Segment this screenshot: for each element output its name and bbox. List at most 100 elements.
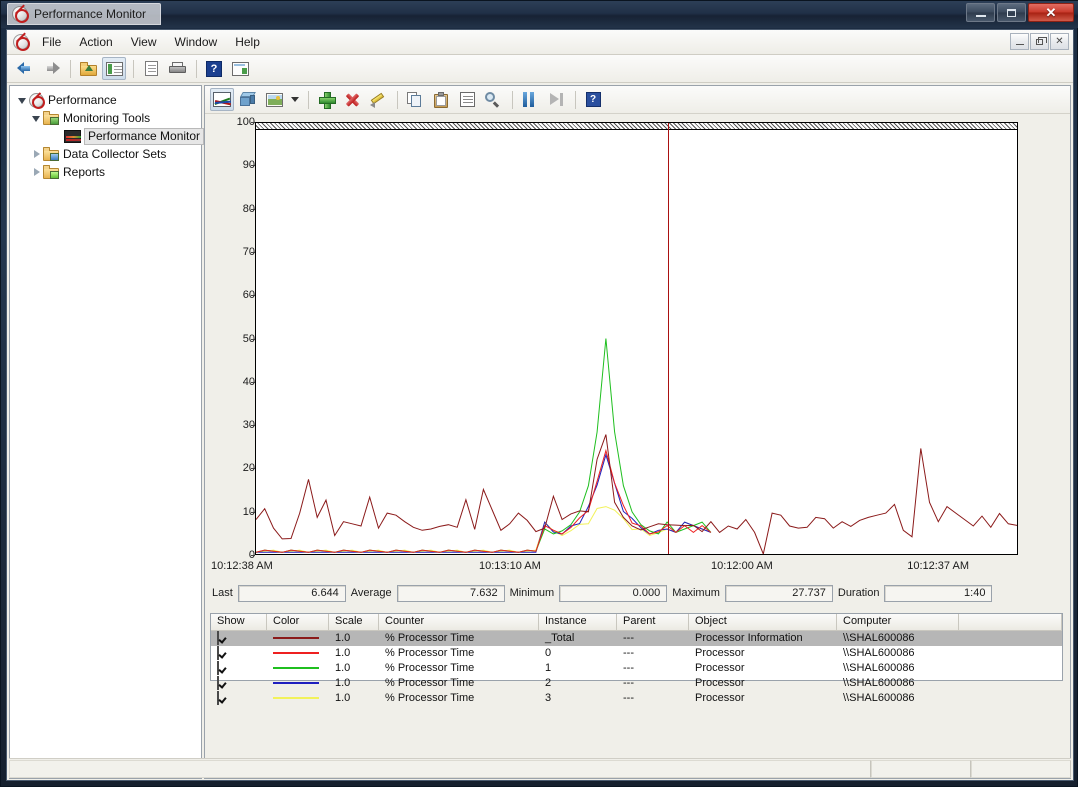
maximize-button[interactable] xyxy=(997,3,1026,22)
update-data-button[interactable] xyxy=(544,88,568,111)
tree-twisty-collapsed-icon[interactable] xyxy=(30,148,43,161)
minimize-button[interactable] xyxy=(966,3,995,22)
view-log-data-button[interactable] xyxy=(236,88,260,111)
show-checkbox[interactable] xyxy=(217,676,219,690)
y-axis-tick-label: 20 xyxy=(242,462,255,475)
graph-type-dropdown[interactable] xyxy=(288,88,301,111)
column-header-counter[interactable]: Counter xyxy=(379,614,539,630)
menu-help[interactable]: Help xyxy=(226,32,269,52)
color-swatch xyxy=(273,667,319,670)
title-tab: Performance Monitor xyxy=(7,3,162,25)
column-header-filler xyxy=(959,614,1062,630)
chart-series-line xyxy=(256,434,1017,554)
tree-item-monitoring-tools[interactable]: Monitoring Tools xyxy=(13,109,199,127)
column-header-color[interactable]: Color xyxy=(267,614,329,630)
highlight-button[interactable] xyxy=(366,88,390,111)
counter-row[interactable]: 1.0 % Processor Time _Total --- Processor In… xyxy=(211,631,1062,646)
menu-view[interactable]: View xyxy=(122,32,166,52)
graph-help-button[interactable]: ? xyxy=(581,88,605,111)
counter-row[interactable]: 1.0 % Processor Time 3 --- Processor \\SHAL60… xyxy=(211,691,1062,706)
show-cell[interactable] xyxy=(211,631,267,646)
plot-area[interactable] xyxy=(255,122,1018,555)
maximize-icon xyxy=(1007,8,1016,17)
tree-item-data-collector-sets[interactable]: Data Collector Sets xyxy=(13,145,199,163)
column-header-instance[interactable]: Instance xyxy=(539,614,617,630)
close-button[interactable]: ✕ xyxy=(1028,3,1074,22)
line-chart-icon xyxy=(213,92,231,107)
new-window-button[interactable] xyxy=(228,57,252,80)
parent-cell: --- xyxy=(623,662,634,674)
stat-label-minimum: Minimum xyxy=(509,587,555,599)
column-header-scale[interactable]: Scale xyxy=(329,614,379,630)
column-header-parent[interactable]: Parent xyxy=(617,614,689,630)
add-counters-button[interactable] xyxy=(314,88,338,111)
show-cell[interactable] xyxy=(211,676,267,691)
perfmon-icon xyxy=(12,6,29,23)
mdi-close-button[interactable]: ✕ xyxy=(1050,33,1069,50)
tree-item-reports[interactable]: Reports xyxy=(13,163,199,181)
window-title: Performance Monitor xyxy=(34,7,147,21)
mdi-minimize-button[interactable] xyxy=(1010,33,1029,50)
stat-value-average: 7.632 xyxy=(396,584,505,602)
details-pane: ? 0102030405060708090100 10:12:38 AM10:1… xyxy=(204,85,1071,779)
toolbar-separator xyxy=(512,90,513,109)
menu-action[interactable]: Action xyxy=(70,32,121,52)
help-button[interactable]: ? xyxy=(202,57,226,80)
forward-button[interactable] xyxy=(39,57,63,80)
tree-item-performance-monitor[interactable]: Performance Monitor xyxy=(13,127,205,145)
mdi-window-controls: ✕ xyxy=(1010,33,1069,50)
toolbar-separator xyxy=(397,90,398,109)
show-cell[interactable] xyxy=(211,691,267,706)
copy-properties-button[interactable] xyxy=(403,88,427,111)
mdi-restore-button[interactable] xyxy=(1030,33,1049,50)
object-cell: Processor xyxy=(695,647,745,659)
column-header-object[interactable]: Object xyxy=(689,614,837,630)
tree-twisty-expanded-icon[interactable] xyxy=(30,112,43,125)
zoom-button[interactable] xyxy=(481,88,505,111)
up-one-level-button[interactable] xyxy=(76,57,100,80)
show-checkbox[interactable] xyxy=(217,691,219,705)
export-list-button[interactable] xyxy=(165,57,189,80)
menu-file[interactable]: File xyxy=(33,32,70,52)
tree-twisty-collapsed-icon[interactable] xyxy=(30,166,43,179)
console-tree: Performance Monitoring Tools Performance M… xyxy=(10,86,205,181)
minimize-icon xyxy=(1015,44,1024,45)
menu-window[interactable]: Window xyxy=(166,32,227,52)
column-header-computer[interactable]: Computer xyxy=(837,614,959,630)
show-cell[interactable] xyxy=(211,661,267,676)
counter-list-table[interactable]: Show Color Scale Counter Instance Parent Objec… xyxy=(210,613,1063,705)
color-cell xyxy=(267,661,329,676)
stat-label-average: Average xyxy=(350,587,392,599)
view-current-activity-button[interactable] xyxy=(210,88,234,111)
properties-button[interactable] xyxy=(139,57,163,80)
new-window-icon xyxy=(231,61,249,76)
counter-row[interactable]: 1.0 % Processor Time 1 --- Processor \\SHAL60… xyxy=(211,661,1062,676)
instance-cell: 1 xyxy=(545,662,552,674)
show-checkbox[interactable] xyxy=(217,631,219,645)
show-checkbox[interactable] xyxy=(217,661,219,675)
show-hide-console-tree-button[interactable] xyxy=(102,57,126,80)
counter-row[interactable]: 1.0 % Processor Time 2 --- Processor \\SHAL60… xyxy=(211,676,1062,691)
show-cell[interactable] xyxy=(211,646,267,661)
show-checkbox[interactable] xyxy=(217,646,219,660)
plot-wrapper: 0102030405060708090100 10:12:38 AM10:13:… xyxy=(207,116,1068,572)
computer-cell: \\SHAL600086 xyxy=(843,632,915,644)
chart-panel: 0 10 20 30 40 50 60 70 80 90 100 10:12:38 AM 10:13:… xyxy=(207,116,1068,705)
graph-properties-button[interactable] xyxy=(455,88,479,111)
change-graph-type-button[interactable] xyxy=(262,88,286,111)
status-bar xyxy=(9,758,1071,778)
delete-counter-button[interactable] xyxy=(340,88,364,111)
console-icon xyxy=(13,34,30,51)
tree-item-performance[interactable]: Performance xyxy=(13,91,199,109)
x-axis-tick-labels: 10:12:38 AM 10:13:10 AM 10:12:00 AM 10:12:3… xyxy=(207,560,1068,576)
counter-row[interactable]: 1.0 % Processor Time 0 --- Processor \\SHAL60… xyxy=(211,646,1062,661)
back-button[interactable] xyxy=(13,57,37,80)
cube-icon xyxy=(240,92,256,107)
tree-twisty-expanded-icon[interactable] xyxy=(16,94,29,107)
freeze-display-button[interactable] xyxy=(518,88,542,111)
performance-monitor-window: Performance Monitor ✕ File Action View W… xyxy=(0,0,1078,787)
paste-counter-list-button[interactable] xyxy=(429,88,453,111)
tree-item-label: Performance xyxy=(48,92,117,107)
y-axis-tick-label: 100 xyxy=(236,116,255,128)
column-header-show[interactable]: Show xyxy=(211,614,267,630)
